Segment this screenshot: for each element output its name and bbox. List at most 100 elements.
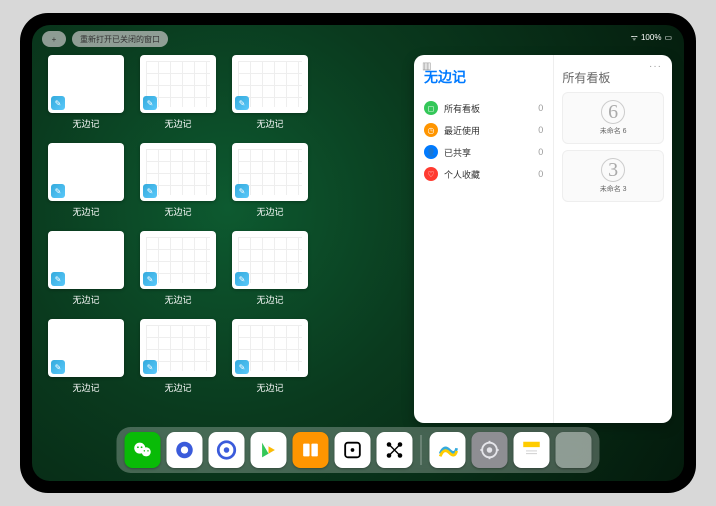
freeform-app-icon (51, 96, 65, 110)
thumb-label: 无边记 (164, 117, 191, 130)
dock-app-books[interactable] (293, 432, 329, 468)
freeform-app-icon (235, 272, 249, 286)
thumb-label: 无边记 (256, 381, 283, 394)
thumb-preview (140, 231, 216, 289)
more-icon[interactable]: ··· (649, 61, 662, 72)
freeform-app-icon (51, 272, 65, 286)
sidebar-item[interactable]: ◷ 最近使用 0 (424, 119, 543, 141)
window-thumbnail[interactable]: 无边记 (228, 231, 312, 313)
board-preview: 3 (601, 158, 625, 182)
ipad-frame: ᯤ 100% ▭ + 重新打开已关闭的窗口 无边记无边记无边记无边记无边记无边记… (20, 13, 696, 493)
window-thumbnail[interactable]: 无边记 (136, 231, 220, 313)
sidebar-item[interactable]: ◻ 所有看板 0 (424, 97, 543, 119)
window-thumbnail[interactable]: 无边记 (44, 231, 128, 313)
row-label: 个人收藏 (444, 168, 480, 181)
row-label: 最近使用 (444, 124, 480, 137)
window-thumbnail[interactable]: 无边记 (136, 319, 220, 401)
dock-app-roll[interactable] (335, 432, 371, 468)
dock-app-freeform[interactable] (430, 432, 466, 468)
thumb-preview (140, 319, 216, 377)
thumb-preview (48, 143, 124, 201)
sidebar-icon[interactable]: ▥ (422, 61, 431, 72)
window-thumbnail[interactable]: 无边记 (44, 55, 128, 137)
dock-separator (421, 435, 422, 465)
dock-app-quark-hd[interactable] (167, 432, 203, 468)
thumb-label: 无边记 (164, 381, 191, 394)
thumb-label: 无边记 (164, 205, 191, 218)
thumb-preview (48, 319, 124, 377)
row-count: 0 (538, 125, 543, 135)
board-card[interactable]: 3 未命名 3 (562, 150, 664, 202)
dock (117, 427, 600, 473)
thumb-label: 无边记 (72, 293, 99, 306)
freeform-app-icon (51, 360, 65, 374)
thumb-preview (140, 55, 216, 113)
row-count: 0 (538, 147, 543, 157)
reopen-closed-button[interactable]: 重新打开已关闭的窗口 (72, 31, 168, 47)
main-area: 无边记无边记无边记无边记无边记无边记无边记无边记无边记无边记无边记无边记 ▥ ·… (44, 55, 672, 423)
thumb-preview (232, 143, 308, 201)
screen: ᯤ 100% ▭ + 重新打开已关闭的窗口 无边记无边记无边记无边记无边记无边记… (32, 25, 684, 481)
window-thumbnail[interactable]: 无边记 (228, 55, 312, 137)
sidebar-item[interactable]: ♡ 个人收藏 0 (424, 163, 543, 185)
thumb-label: 无边记 (256, 293, 283, 306)
thumb-label: 无边记 (72, 381, 99, 394)
row-icon: ◷ (424, 123, 438, 137)
panel-title: 无边记 (424, 67, 543, 87)
dock-app-share[interactable] (377, 432, 413, 468)
board-card[interactable]: 6 未命名 6 (562, 92, 664, 144)
freeform-app-icon (235, 96, 249, 110)
thumb-preview (232, 55, 308, 113)
thumb-preview (48, 55, 124, 113)
window-thumbnail[interactable]: 无边记 (44, 143, 128, 225)
sidebar-item[interactable]: 👤 已共享 0 (424, 141, 543, 163)
panel-sidebar: 无边记 ◻ 所有看板 0 ◷ 最近使用 0 👤 已共享 0 ♡ 个人收藏 0 (414, 55, 553, 423)
dock-app-wechat[interactable] (125, 432, 161, 468)
row-count: 0 (538, 169, 543, 179)
freeform-app-icon (235, 360, 249, 374)
freeform-app-icon (143, 96, 157, 110)
reopen-label: 重新打开已关闭的窗口 (80, 34, 160, 45)
board-label: 未命名 3 (600, 184, 627, 194)
thumb-label: 无边记 (72, 205, 99, 218)
new-window-button[interactable]: + (42, 31, 66, 47)
row-icon: 👤 (424, 145, 438, 159)
battery-icon: ▭ (664, 33, 672, 42)
window-thumbnail[interactable]: 无边记 (44, 319, 128, 401)
dock-app-settings[interactable] (472, 432, 508, 468)
row-label: 已共享 (444, 146, 471, 159)
row-icon: ◻ (424, 101, 438, 115)
panel-content: 所有看板 6未命名 63未命名 3 (553, 55, 672, 423)
window-thumbnail[interactable]: 无边记 (136, 143, 220, 225)
freeform-app-icon (235, 184, 249, 198)
window-thumbnail[interactable]: 无边记 (136, 55, 220, 137)
board-label: 未命名 6 (600, 126, 627, 136)
app-switcher-grid: 无边记无边记无边记无边记无边记无边记无边记无边记无边记无边记无边记无边记 (44, 55, 404, 423)
thumb-preview (48, 231, 124, 289)
thumb-label: 无边记 (164, 293, 191, 306)
row-icon: ♡ (424, 167, 438, 181)
row-count: 0 (538, 103, 543, 113)
plus-icon: + (52, 35, 57, 44)
thumb-preview (140, 143, 216, 201)
thumb-preview (232, 319, 308, 377)
thumb-label: 无边记 (256, 205, 283, 218)
window-thumbnail[interactable]: 无边记 (228, 143, 312, 225)
freeform-panel[interactable]: ▥ ··· 无边记 ◻ 所有看板 0 ◷ 最近使用 0 👤 已共享 0 ♡ 个人收藏 0 所有看板 6… (414, 55, 672, 423)
thumb-label: 无边记 (256, 117, 283, 130)
row-label: 所有看板 (444, 102, 480, 115)
dock-recents-folder[interactable] (556, 432, 592, 468)
freeform-app-icon (143, 184, 157, 198)
freeform-app-icon (143, 272, 157, 286)
board-preview: 6 (601, 100, 625, 124)
freeform-app-icon (51, 184, 65, 198)
dock-app-notes[interactable] (514, 432, 550, 468)
freeform-app-icon (143, 360, 157, 374)
window-thumbnail[interactable]: 无边记 (228, 319, 312, 401)
thumb-label: 无边记 (72, 117, 99, 130)
wifi-icon: ᯤ (631, 32, 638, 43)
dock-app-play[interactable] (251, 432, 287, 468)
thumb-preview (232, 231, 308, 289)
battery-text: 100% (641, 33, 661, 42)
dock-app-quark[interactable] (209, 432, 245, 468)
